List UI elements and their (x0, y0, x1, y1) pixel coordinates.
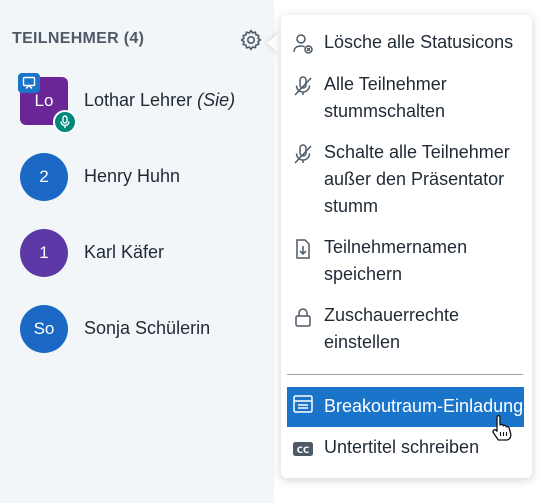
avatar-initials: 1 (39, 243, 49, 262)
closed-captions-icon: CC (293, 442, 313, 456)
participant-name: Karl Käfer (84, 242, 165, 262)
participants-title: TEILNEHMER (4) (12, 30, 145, 47)
menu-item-breakout-invite[interactable]: Breakoutraum-Einladung (287, 387, 524, 427)
participant-name: Henry Huhn (84, 166, 181, 186)
participants-sidebar: TEILNEHMER (4) Lo Lothar Lehrer (Sie) 2 … (0, 0, 274, 503)
avatar: So (20, 305, 68, 353)
avatar-status-notch (258, 193, 274, 209)
menu-item-label: Teilnehmernamen speichern (324, 237, 468, 284)
mic-off-icon (294, 76, 312, 96)
presenter-icon (18, 73, 40, 93)
avatar-status-notch (258, 269, 274, 285)
menu-item-clear-status[interactable]: Lösche alle Statusicons (287, 29, 524, 59)
lock-icon (295, 308, 311, 327)
participant-name: Sonja Schülerin (84, 318, 211, 338)
participants-options-menu: Lösche alle Statusicons Alle Teilnehmer … (281, 15, 532, 478)
mic-off-icon (294, 144, 312, 164)
participant-you-label: (Sie) (197, 90, 236, 110)
participant-item[interactable]: Lo Lothar Lehrer (Sie) (18, 73, 270, 134)
avatar: 2 (20, 153, 68, 201)
gear-icon[interactable] (239, 28, 263, 52)
avatar-initials: Lo (34, 91, 54, 110)
menu-item-write-captions[interactable]: CC Untertitel schreiben (287, 434, 524, 464)
menu-item-mute-all-except-presenter[interactable]: Schalte alle Teilnehmer außer den Präsen… (287, 139, 524, 223)
avatar-status-notch (258, 345, 274, 361)
avatar: 1 (20, 229, 68, 277)
menu-item-viewer-rights[interactable]: Zuschauerrechte einstellen (287, 302, 524, 358)
user-clear-icon (293, 34, 313, 54)
participant-item[interactable]: 1 Karl Käfer (20, 229, 274, 285)
menu-pointer (267, 31, 281, 55)
participant-name-text: Lothar Lehrer (84, 90, 193, 110)
participant-item[interactable]: 2 Henry Huhn (20, 153, 274, 209)
breakout-room-icon (293, 395, 313, 413)
menu-item-mute-all[interactable]: Alle Teilnehmer stummschalten (287, 71, 524, 127)
participant-item[interactable]: So Sonja Schülerin (20, 305, 274, 361)
avatar-initials: 2 (39, 167, 49, 186)
hand-cursor-icon (492, 414, 512, 441)
menu-item-label: Zuschauerrechte einstellen (324, 305, 460, 352)
participant-name: Lothar Lehrer (Sie) (84, 90, 235, 111)
menu-item-label: Alle Teilnehmer stummschalten (324, 74, 447, 121)
menu-item-label: Schalte alle Teilnehmer außer den Präsen… (324, 142, 510, 216)
menu-divider (287, 374, 523, 375)
menu-item-label: Lösche alle Statusicons (324, 32, 514, 52)
svg-text:CC: CC (297, 446, 309, 456)
microphone-icon (53, 110, 77, 134)
menu-item-save-names[interactable]: Teilnehmernamen speichern (287, 234, 524, 290)
download-file-icon (296, 239, 310, 259)
avatar-initials: So (33, 319, 55, 338)
